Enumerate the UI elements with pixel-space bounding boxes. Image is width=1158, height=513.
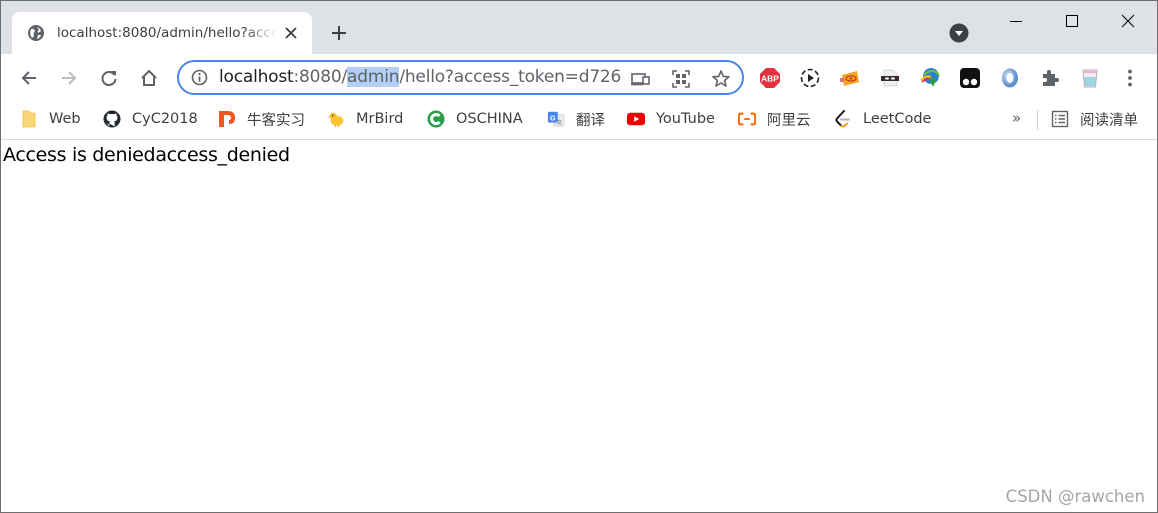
browser-window: localhost:8080/admin/hello?access_token=… (0, 0, 1158, 513)
minimize-button[interactable] (988, 1, 1044, 41)
cast-icon[interactable] (630, 68, 652, 90)
reading-list-label: 阅读清单 (1080, 112, 1138, 129)
bookmark-translate[interactable]: G文 翻译 (547, 107, 605, 131)
maximize-icon (1066, 15, 1078, 27)
url-path: /hello?access_token=d726 (399, 67, 622, 87)
bookmark-aliyun[interactable]: 阿里云 (738, 107, 811, 131)
bookmark-cyc2018[interactable]: CyC2018 (103, 107, 198, 131)
url-host: localhost (219, 67, 294, 87)
github-icon (103, 110, 121, 128)
bookmark-label: 翻译 (576, 112, 605, 129)
bookmarks-divider (1037, 110, 1038, 130)
video-player-icon[interactable] (798, 66, 822, 90)
bookmark-star-icon[interactable] (710, 68, 732, 90)
globe-icon (27, 24, 45, 42)
adblock-plus-icon[interactable]: ABP (758, 66, 782, 90)
svg-text:ABP: ABP (761, 74, 779, 84)
extensions-puzzle-icon[interactable] (1038, 66, 1062, 90)
reload-icon (101, 71, 117, 86)
back-arrow-icon (21, 71, 36, 85)
toolbar: localhost:8080/admin/hello?access_token=… (1, 54, 1157, 101)
incognito-mask-icon[interactable] (878, 66, 902, 90)
cup-icon[interactable] (1078, 66, 1102, 90)
tab-active[interactable]: localhost:8080/admin/hello?access_token=… (12, 12, 312, 54)
nowcoder-icon (218, 110, 236, 128)
bookmark-leetcode[interactable]: LeetCode (834, 107, 931, 131)
bookmark-label: OSCHINA (456, 111, 523, 127)
info-icon[interactable] (191, 69, 208, 86)
new-tab-button[interactable] (328, 22, 350, 44)
watermark: CSDN @rawchen (1005, 487, 1145, 506)
minimize-icon (1010, 21, 1022, 22)
bookmarks-bar: Web CyC2018 牛客实习 MrBird OSCHINA G 文 翻译 Y… (1, 101, 1157, 140)
plus-icon (332, 26, 346, 40)
error-message: Access is deniedaccess_denied (3, 144, 290, 166)
qr-code-icon[interactable] (670, 68, 692, 90)
tab-strip: localhost:8080/admin/hello?access_token=… (1, 1, 1157, 54)
aliyun-icon (738, 110, 756, 128)
download-manager-icon[interactable] (918, 66, 942, 90)
reload-button[interactable] (95, 64, 123, 92)
home-icon (141, 69, 157, 86)
svg-text:G: G (550, 113, 556, 122)
bookmark-label: YouTube (656, 111, 715, 127)
reading-list-icon (1051, 110, 1069, 128)
maximize-button[interactable] (1044, 1, 1100, 41)
tab-title: localhost:8080/admin/hello?access_token=… (57, 25, 277, 41)
tab-close-icon[interactable] (282, 24, 300, 42)
youtube-icon (627, 110, 645, 128)
bookmark-oschina[interactable]: OSCHINA (427, 107, 523, 131)
tab-search-button[interactable] (949, 23, 969, 43)
reading-list-button[interactable]: 阅读清单 (1051, 107, 1138, 131)
page-content: Access is deniedaccess_denied CSDN @rawc… (1, 141, 1157, 512)
folder-icon (20, 110, 38, 128)
chick-icon (327, 110, 345, 128)
window-close-button[interactable] (1100, 1, 1156, 41)
svg-text:文: 文 (557, 118, 563, 126)
bookmark-youtube[interactable]: YouTube (627, 107, 715, 131)
back-button[interactable] (15, 64, 43, 92)
bookmark-mrbird[interactable]: MrBird (327, 107, 403, 131)
url-text[interactable]: localhost:8080/admin/hello?access_token=… (219, 67, 621, 87)
json-viewer-icon[interactable] (998, 66, 1022, 90)
url-selection: admin (347, 67, 400, 87)
home-button[interactable] (135, 64, 163, 92)
forward-arrow-icon (62, 71, 77, 85)
address-bar[interactable]: localhost:8080/admin/hello?access_token=… (177, 60, 744, 95)
url-port: :8080/ (293, 67, 348, 87)
bookmark-label: LeetCode (863, 111, 932, 127)
bookmark-label: 牛客实习 (247, 112, 305, 129)
oschina-icon (427, 110, 445, 128)
bookmark-web[interactable]: Web (20, 107, 81, 131)
bookmark-label: 阿里云 (767, 112, 811, 129)
chevron-down-circle-icon (949, 23, 969, 43)
google-translate-icon: G文 (547, 110, 565, 128)
bookmark-label: MrBird (356, 111, 404, 127)
tamper-eye-icon[interactable] (838, 66, 862, 90)
bookmarks-overflow-button[interactable]: » (1012, 109, 1021, 127)
close-icon (1121, 14, 1135, 28)
bookmark-label: Web (49, 111, 81, 127)
more-menu-icon[interactable] (1118, 66, 1142, 90)
bookmark-label: CyC2018 (132, 111, 198, 127)
forward-button[interactable] (55, 64, 83, 92)
leetcode-icon (834, 110, 852, 128)
bookmark-nowcoder[interactable]: 牛客实习 (218, 107, 305, 131)
tampermonkey-icon[interactable] (958, 66, 982, 90)
